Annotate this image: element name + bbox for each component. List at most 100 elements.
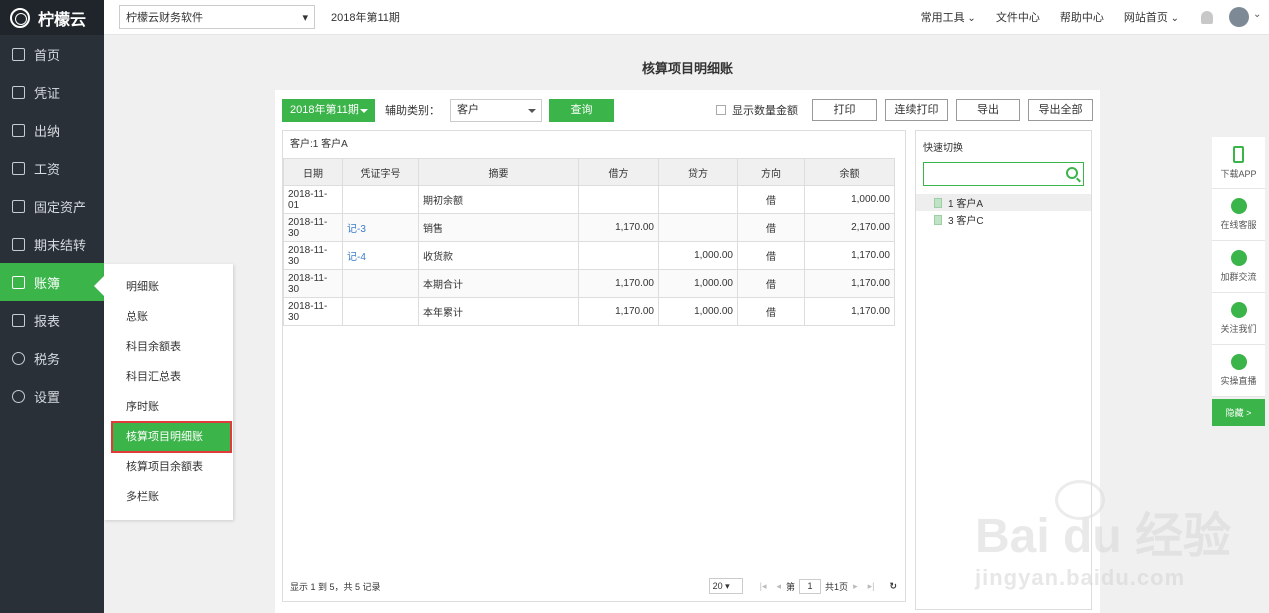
- checkbox-box[interactable]: [716, 105, 726, 115]
- submenu-detail-ledger[interactable]: 明细账: [104, 272, 233, 302]
- search-icon[interactable]: [1066, 167, 1078, 179]
- show-quantity-checkbox[interactable]: 显示数量金额: [716, 102, 798, 118]
- nav-cashier[interactable]: 出纳: [0, 111, 104, 149]
- export-button[interactable]: 导出: [956, 99, 1020, 121]
- ledger-table: 日期 凭证字号 摘要 借方 贷方 方向 余额 2018-11-01 期初余额借 1,…: [283, 158, 895, 326]
- page-total: 共1页: [825, 581, 849, 592]
- follow-us-button[interactable]: 关注我们: [1212, 293, 1265, 345]
- sidebar: 柠檬云 首页 凭证 出纳 工资 固定资产 期末结转 账簿 报表 税务 设置: [0, 0, 104, 613]
- submenu-aux-balance[interactable]: 核算项目余额表: [104, 452, 233, 482]
- phone-icon: [1233, 145, 1244, 163]
- quick-item[interactable]: 3 客户C: [916, 211, 1091, 228]
- nav-label: 报表: [34, 313, 61, 329]
- toolbar: 2018年第11期 辅助类别： 客户 查询 显示数量金额 打印 连续打印 导出 …: [282, 98, 1093, 122]
- col-date: 日期: [283, 158, 343, 186]
- last-page-icon[interactable]: ▸|: [868, 581, 875, 592]
- nav-label: 固定资产: [34, 199, 87, 215]
- bell-icon[interactable]: [1201, 10, 1213, 24]
- download-app-button[interactable]: 下载APP: [1212, 137, 1265, 189]
- cell-date: 2018-11-30: [283, 213, 343, 242]
- website-menu[interactable]: 网站首页: [1124, 9, 1179, 25]
- logo[interactable]: 柠檬云: [0, 0, 104, 35]
- period-select[interactable]: 2018年第11期: [282, 98, 375, 122]
- rb-label: 关注我们: [1220, 324, 1257, 334]
- cell-summary: 期初余额: [418, 185, 579, 214]
- nav-reports[interactable]: 报表: [0, 301, 104, 339]
- current-period: 2018年第11期: [331, 12, 400, 24]
- baidu-watermark: Bai du 经验 jingyan.baidu.com: [975, 470, 1255, 610]
- col-balance: 余额: [804, 158, 895, 186]
- document-icon: [934, 214, 942, 225]
- company-select[interactable]: 柠檬云财务软件 ▾: [119, 5, 315, 29]
- voucher-link[interactable]: 记-3: [342, 213, 419, 242]
- next-page-icon[interactable]: ▸: [853, 581, 858, 592]
- avatar[interactable]: [1229, 7, 1261, 27]
- quick-search-input[interactable]: [923, 162, 1084, 186]
- cell-credit: [658, 185, 738, 214]
- quick-item-label: 1 客户A: [948, 199, 984, 210]
- join-group-button[interactable]: 加群交流: [1212, 241, 1265, 293]
- rb-label: 在线客服: [1220, 220, 1257, 230]
- submenu-account-summary[interactable]: 科目汇总表: [104, 362, 233, 392]
- nav-books[interactable]: 账簿: [0, 263, 104, 301]
- nav-salary[interactable]: 工资: [0, 149, 104, 187]
- home-icon: [12, 47, 25, 61]
- cell-voucher: [342, 269, 419, 298]
- cell-summary: 本期合计: [418, 269, 579, 298]
- hide-button[interactable]: 隐藏 >: [1212, 399, 1265, 426]
- nav-assets[interactable]: 固定资产: [0, 187, 104, 225]
- submenu-multi-column[interactable]: 多栏账: [104, 482, 233, 512]
- submenu-aux-detail[interactable]: 核算项目明细账: [111, 421, 232, 453]
- refresh-icon[interactable]: ↻: [889, 581, 897, 592]
- table-row: 2018-11-30 记-3 销售 1,170.00 借 2,170.00: [283, 213, 895, 242]
- voucher-link[interactable]: 记-4: [342, 241, 419, 270]
- submenu-journal[interactable]: 序时账: [104, 392, 233, 422]
- cell-direction: 借: [737, 185, 805, 214]
- nav-period-end[interactable]: 期末结转: [0, 225, 104, 263]
- table-row: 2018-11-01 期初余额 借 1,000.00: [283, 185, 895, 214]
- nav-home[interactable]: 首页: [0, 35, 104, 73]
- cell-direction: 借: [737, 297, 805, 326]
- live-stream-button[interactable]: 实操直播: [1212, 345, 1265, 397]
- quick-item[interactable]: 1 客户A: [916, 194, 1091, 211]
- page-size-value: 20: [712, 581, 723, 591]
- cell-balance: 1,170.00: [804, 269, 895, 298]
- voucher-icon: [12, 85, 25, 99]
- table-row: 2018-11-30 本年累计 1,170.00 1,000.00 借 1,170.00: [283, 297, 895, 326]
- help-center-link[interactable]: 帮助中心: [1060, 9, 1104, 25]
- prev-page-icon[interactable]: ◂: [777, 581, 782, 592]
- quick-item-label: 3 客户C: [948, 216, 984, 227]
- cell-balance: 2,170.00: [804, 213, 895, 242]
- nav-voucher[interactable]: 凭证: [0, 73, 104, 111]
- aux-category-select[interactable]: 客户: [450, 98, 542, 122]
- page-size-select[interactable]: 20 ▾: [708, 578, 743, 594]
- col-credit: 贷方: [658, 158, 738, 186]
- video-icon: [1230, 354, 1247, 370]
- page-number-input[interactable]: 1: [799, 578, 822, 594]
- nav-label: 首页: [34, 47, 61, 63]
- online-service-button[interactable]: 在线客服: [1212, 189, 1265, 241]
- book-icon: [12, 275, 25, 289]
- query-button[interactable]: 查询: [549, 98, 614, 122]
- first-page-icon[interactable]: |◂: [760, 581, 767, 592]
- cashier-icon: [12, 123, 25, 137]
- cell-debit: [578, 241, 659, 270]
- nav-tax[interactable]: 税务: [0, 339, 104, 377]
- nav-settings[interactable]: 设置: [0, 377, 104, 415]
- cell-credit: 1,000.00: [658, 297, 738, 326]
- rb-label: 下载APP: [1220, 168, 1257, 179]
- cell-summary: 销售: [418, 213, 579, 242]
- watermark-url: jingyan.baidu.com: [975, 565, 1186, 590]
- cell-credit: 1,000.00: [658, 269, 738, 298]
- company-name: 柠檬云财务软件: [126, 12, 203, 24]
- print-button[interactable]: 打印: [812, 99, 877, 121]
- export-all-button[interactable]: 导出全部: [1028, 99, 1093, 121]
- cell-debit: 1,170.00: [578, 213, 659, 242]
- submenu-account-balance[interactable]: 科目余额表: [104, 332, 233, 362]
- tools-menu[interactable]: 常用工具: [921, 9, 976, 25]
- submenu-general-ledger[interactable]: 总账: [104, 302, 233, 332]
- file-center-link[interactable]: 文件中心: [996, 9, 1040, 25]
- books-submenu: 明细账 总账 科目余额表 科目汇总表 序时账 核算项目明细账 核算项目余额表 多…: [94, 264, 233, 520]
- continuous-print-button[interactable]: 连续打印: [885, 99, 948, 121]
- wechat-icon: [1230, 302, 1247, 318]
